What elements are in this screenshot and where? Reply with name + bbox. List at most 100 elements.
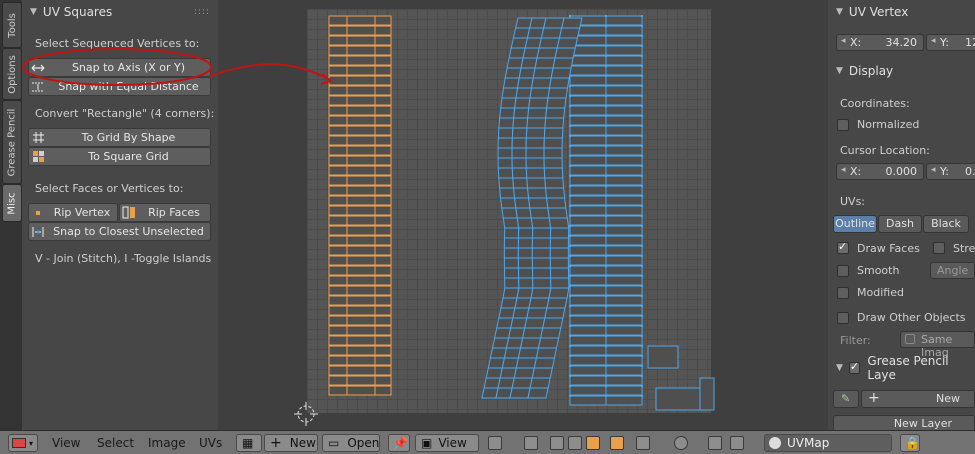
stretch-checkbox[interactable] (933, 242, 945, 254)
uv-x-field[interactable]: ◂ X: 34.20 (836, 34, 924, 51)
uv-face-orange (346, 135, 376, 146)
tab-options[interactable]: Options (2, 48, 22, 100)
editor-type-button[interactable]: ▾ (8, 434, 38, 452)
uv-face-curved (499, 187, 516, 199)
new-image-button[interactable]: + New (264, 434, 318, 452)
cursor-x-field[interactable]: ◂ X: 0.000 (836, 163, 924, 180)
snap-closest-unselected-button[interactable]: Snap to Closest Unselected (28, 222, 211, 241)
uv-face-curved (544, 307, 566, 319)
uv-vertex (569, 375, 571, 377)
to-square-grid-button[interactable]: To Square Grid (28, 147, 211, 166)
uv-face-curved (510, 317, 528, 329)
uv-vertex (569, 295, 571, 297)
uv-face-orange (374, 235, 392, 246)
display-header[interactable]: ▼ Display (828, 60, 975, 82)
uv-vertex (569, 215, 571, 217)
uv-face-curved (543, 147, 563, 159)
snap-target-icon[interactable] (730, 436, 744, 450)
normalized-checkbox[interactable] (837, 119, 849, 131)
filter-dropdown[interactable]: Same Imag (900, 331, 975, 359)
tab-misc[interactable]: Misc (2, 184, 22, 222)
uv-face-curved (522, 327, 544, 339)
menu-uvs[interactable]: UVs (199, 434, 222, 452)
uv-face-orange (374, 165, 392, 176)
uv-face-orange (374, 185, 392, 196)
image-browse-button[interactable]: ▦ (236, 434, 262, 452)
uv-face-orange (374, 135, 392, 146)
menu-select[interactable]: Select (97, 434, 134, 452)
snap-to-axis-button[interactable]: Snap to Axis (X or Y) (28, 58, 211, 77)
uv-face-blue (605, 95, 643, 106)
uv-vertex (569, 195, 571, 197)
dash-button[interactable]: Dash (878, 215, 922, 233)
uv-face-curved (502, 287, 520, 299)
uv-face-curved (512, 307, 530, 319)
2d-cursor-icon[interactable] (294, 402, 318, 426)
uv-face-orange (374, 365, 392, 376)
uv-squares-header[interactable]: ▼ UV Squares :::: (22, 1, 218, 23)
snap-icon[interactable] (708, 436, 722, 450)
uv-face-curved (527, 187, 548, 199)
pin-button[interactable]: 📌 (388, 434, 410, 452)
uv-y-field[interactable]: ◂ Y: 12 (926, 34, 975, 51)
uv-face-blue (605, 65, 643, 76)
edge-select-icon[interactable] (568, 436, 582, 450)
outline-button[interactable]: Outline (833, 215, 877, 233)
draw-faces-checkbox[interactable] (837, 240, 849, 254)
uv-face-orange (346, 205, 376, 216)
arrows-horizontal-icon (29, 59, 47, 76)
tab-grease-pencil[interactable]: Grease Pencil (2, 100, 22, 184)
menu-image[interactable]: Image (148, 434, 186, 452)
lock-button[interactable]: 🔒 (900, 434, 920, 452)
draw-other-objects-checkbox[interactable] (837, 312, 849, 324)
uv-face-blue (605, 335, 643, 346)
pivot-icon[interactable] (488, 436, 502, 450)
uv-face-blue (605, 295, 643, 306)
drag-handle-icon[interactable]: :::: (194, 7, 210, 17)
vertex-select-icon[interactable] (550, 436, 564, 450)
island-select-icon[interactable] (610, 436, 624, 450)
uv-face-blue (605, 35, 643, 46)
open-image-button[interactable]: ▭ Open (322, 434, 380, 452)
sticky-mode-icon[interactable] (636, 436, 650, 450)
uv-face-blue (569, 295, 607, 306)
uv-face-curved (514, 197, 531, 209)
menu-view[interactable]: View (52, 434, 80, 452)
face-select-icon[interactable] (586, 436, 600, 450)
rip-vertex-button[interactable]: Rip Vertex (28, 203, 118, 222)
uv-face-curved (508, 47, 526, 59)
black-button[interactable]: Black (923, 215, 969, 233)
uvmap-selector[interactable]: UVMap (764, 434, 892, 452)
modified-checkbox[interactable] (837, 287, 849, 299)
uv-face-orange (328, 165, 348, 176)
new-gp-button[interactable]: + New (861, 390, 975, 408)
uv-face-curved (547, 207, 568, 219)
uv-face-curved (534, 57, 556, 69)
uv-editor-viewport[interactable] (218, 0, 828, 430)
uv-face-blue (605, 175, 643, 186)
pencil-mode-button[interactable]: ✎ (833, 390, 859, 408)
grease-pencil-checkbox[interactable] (848, 360, 861, 374)
tab-tools[interactable]: Tools (2, 2, 22, 48)
snap-equal-distance-button[interactable]: Snap with Equal Distance (28, 77, 211, 96)
uv-face-curved (522, 47, 540, 59)
uv-face-blue (569, 315, 607, 326)
uv-vertex (569, 305, 571, 307)
new-gp-label: New (936, 392, 960, 405)
uv-vertex-header[interactable]: ▼ UV Vertex (828, 1, 975, 23)
angle-dropdown[interactable]: Angle (930, 262, 975, 279)
rip-faces-button[interactable]: Rip Faces (119, 203, 211, 222)
uv-vertex (569, 335, 571, 337)
to-grid-by-shape-button[interactable]: To Grid By Shape (28, 128, 211, 147)
uv-mesh-overlay[interactable] (218, 0, 828, 430)
uv-face-curved (531, 367, 553, 379)
cursor-y-field[interactable]: ◂ Y: 0. (926, 163, 975, 180)
mode-dropdown[interactable]: ▣ View (415, 434, 479, 452)
uv-face-curved (537, 337, 560, 349)
smooth-checkbox[interactable] (837, 265, 849, 277)
properties-panel: ▼ UV Vertex ◂ X: 34.20 ◂ Y: 12 ▼ Display… (828, 0, 975, 433)
uv-face-curved (530, 217, 552, 229)
proportional-edit-icon[interactable] (674, 436, 688, 450)
sync-selection-icon[interactable] (524, 436, 538, 450)
grease-pencil-header[interactable]: ▼ Grease Pencil Laye (828, 354, 975, 382)
